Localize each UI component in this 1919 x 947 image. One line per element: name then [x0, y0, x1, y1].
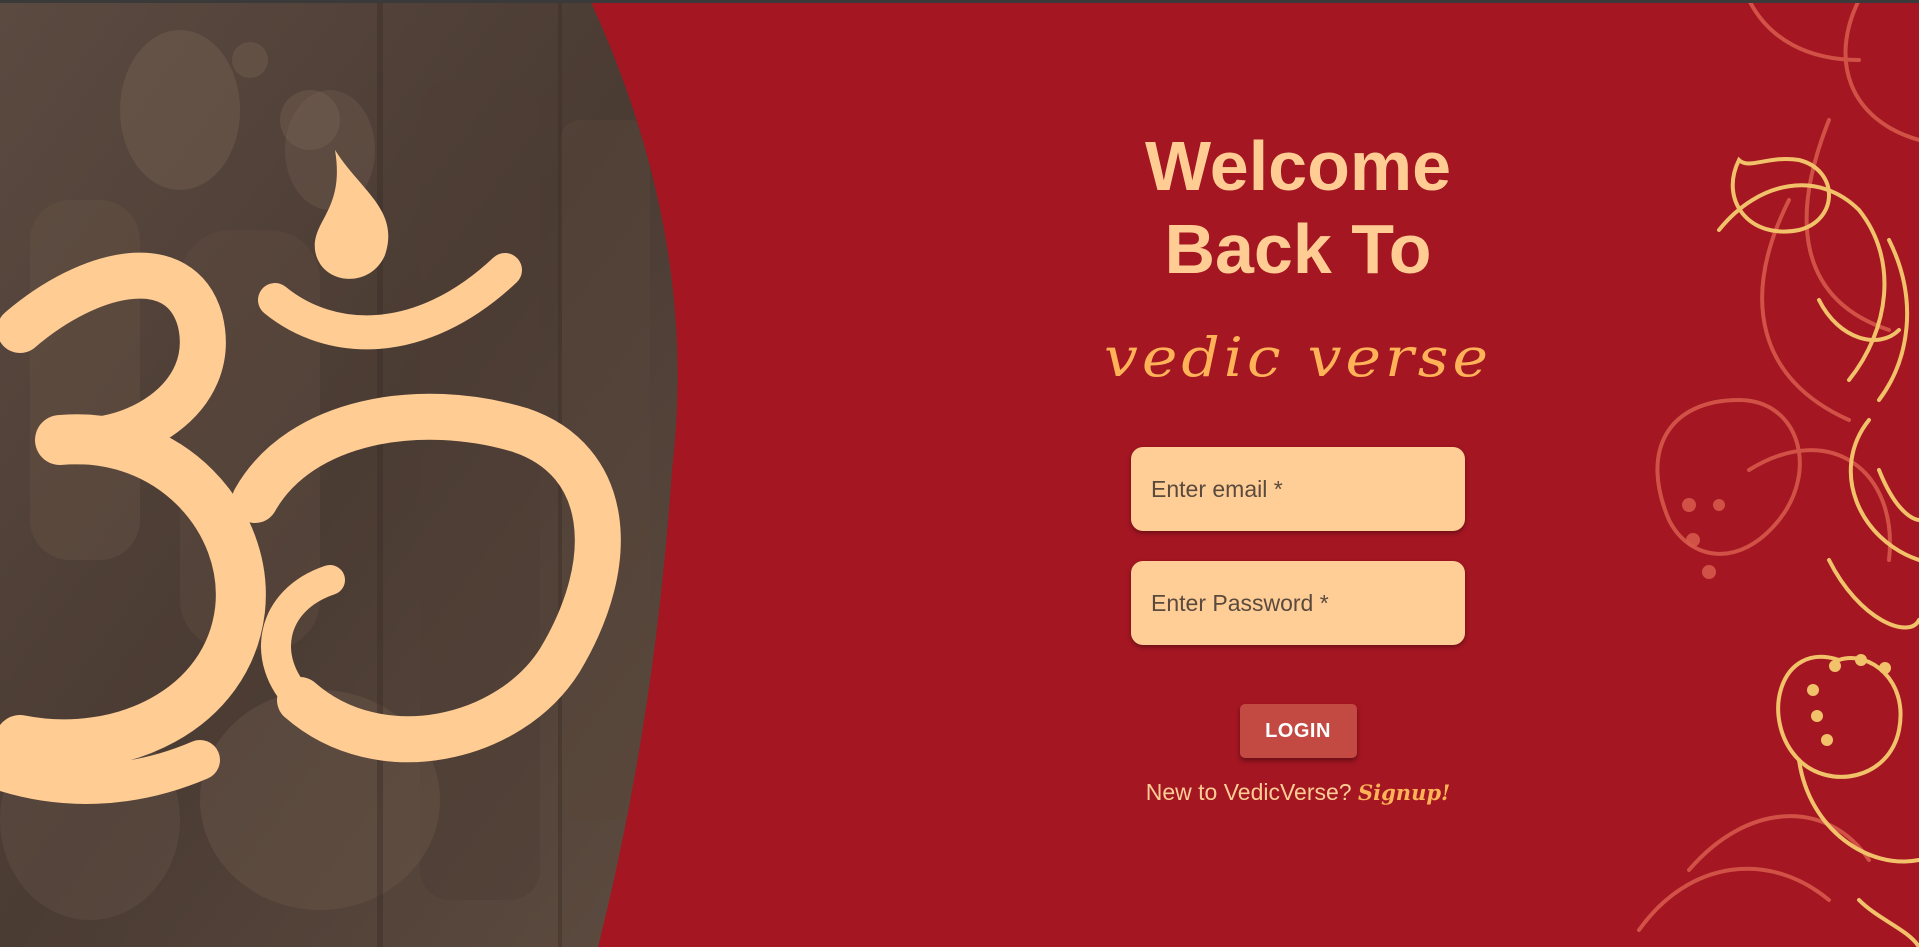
- hero-panel: [0, 0, 700, 947]
- paisley-ornament-icon: [1629, 0, 1919, 947]
- welcome-heading: Welcome Back To: [1098, 125, 1498, 291]
- signup-prompt-line: New to VedicVerse? Signup!: [1098, 779, 1498, 806]
- login-form: Welcome Back To vedic verse LOGIN New to…: [1098, 125, 1498, 806]
- login-button[interactable]: LOGIN: [1239, 704, 1357, 758]
- top-rule: [0, 0, 1919, 3]
- welcome-heading-line2: Back To: [1164, 210, 1432, 288]
- email-field[interactable]: [1131, 447, 1465, 531]
- hero-image: [0, 0, 678, 947]
- login-page: Welcome Back To vedic verse LOGIN New to…: [0, 0, 1919, 947]
- signup-prompt: New to VedicVerse?: [1145, 779, 1352, 805]
- welcome-heading-line1: Welcome: [1144, 127, 1452, 205]
- signup-link[interactable]: Signup!: [1358, 780, 1450, 805]
- password-field[interactable]: [1131, 561, 1465, 645]
- brand-name: vedic verse: [1103, 326, 1493, 390]
